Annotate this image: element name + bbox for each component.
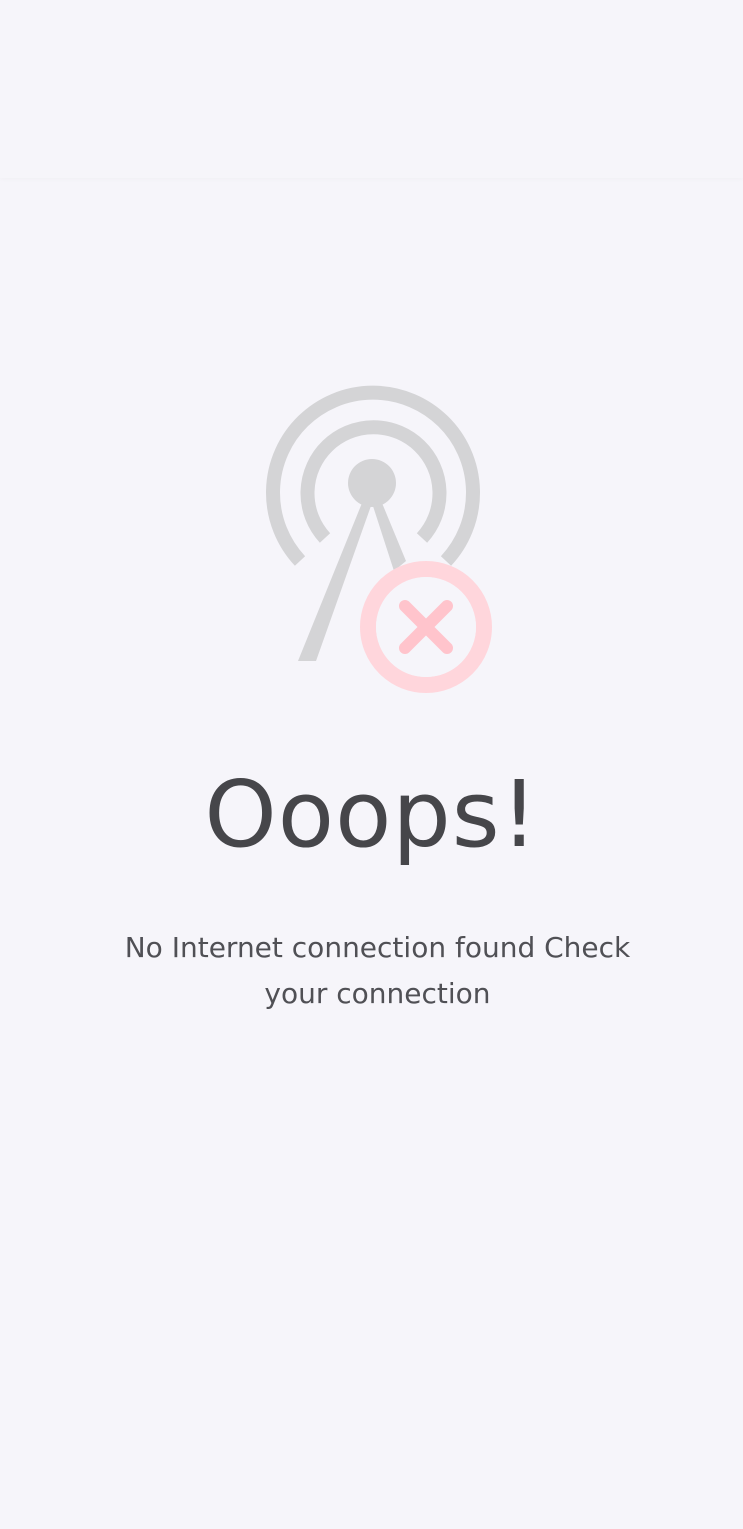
antenna-head-icon <box>348 459 396 507</box>
error-title: Ooops! <box>204 761 539 868</box>
no-signal-antenna-icon <box>260 375 500 700</box>
no-connection-screen: Ooops! No Internet connection found Chec… <box>0 0 743 1529</box>
top-app-bar <box>0 0 743 178</box>
antenna-leg-right-icon <box>372 503 406 571</box>
error-message: No Internet connection found Check your … <box>124 931 631 1010</box>
